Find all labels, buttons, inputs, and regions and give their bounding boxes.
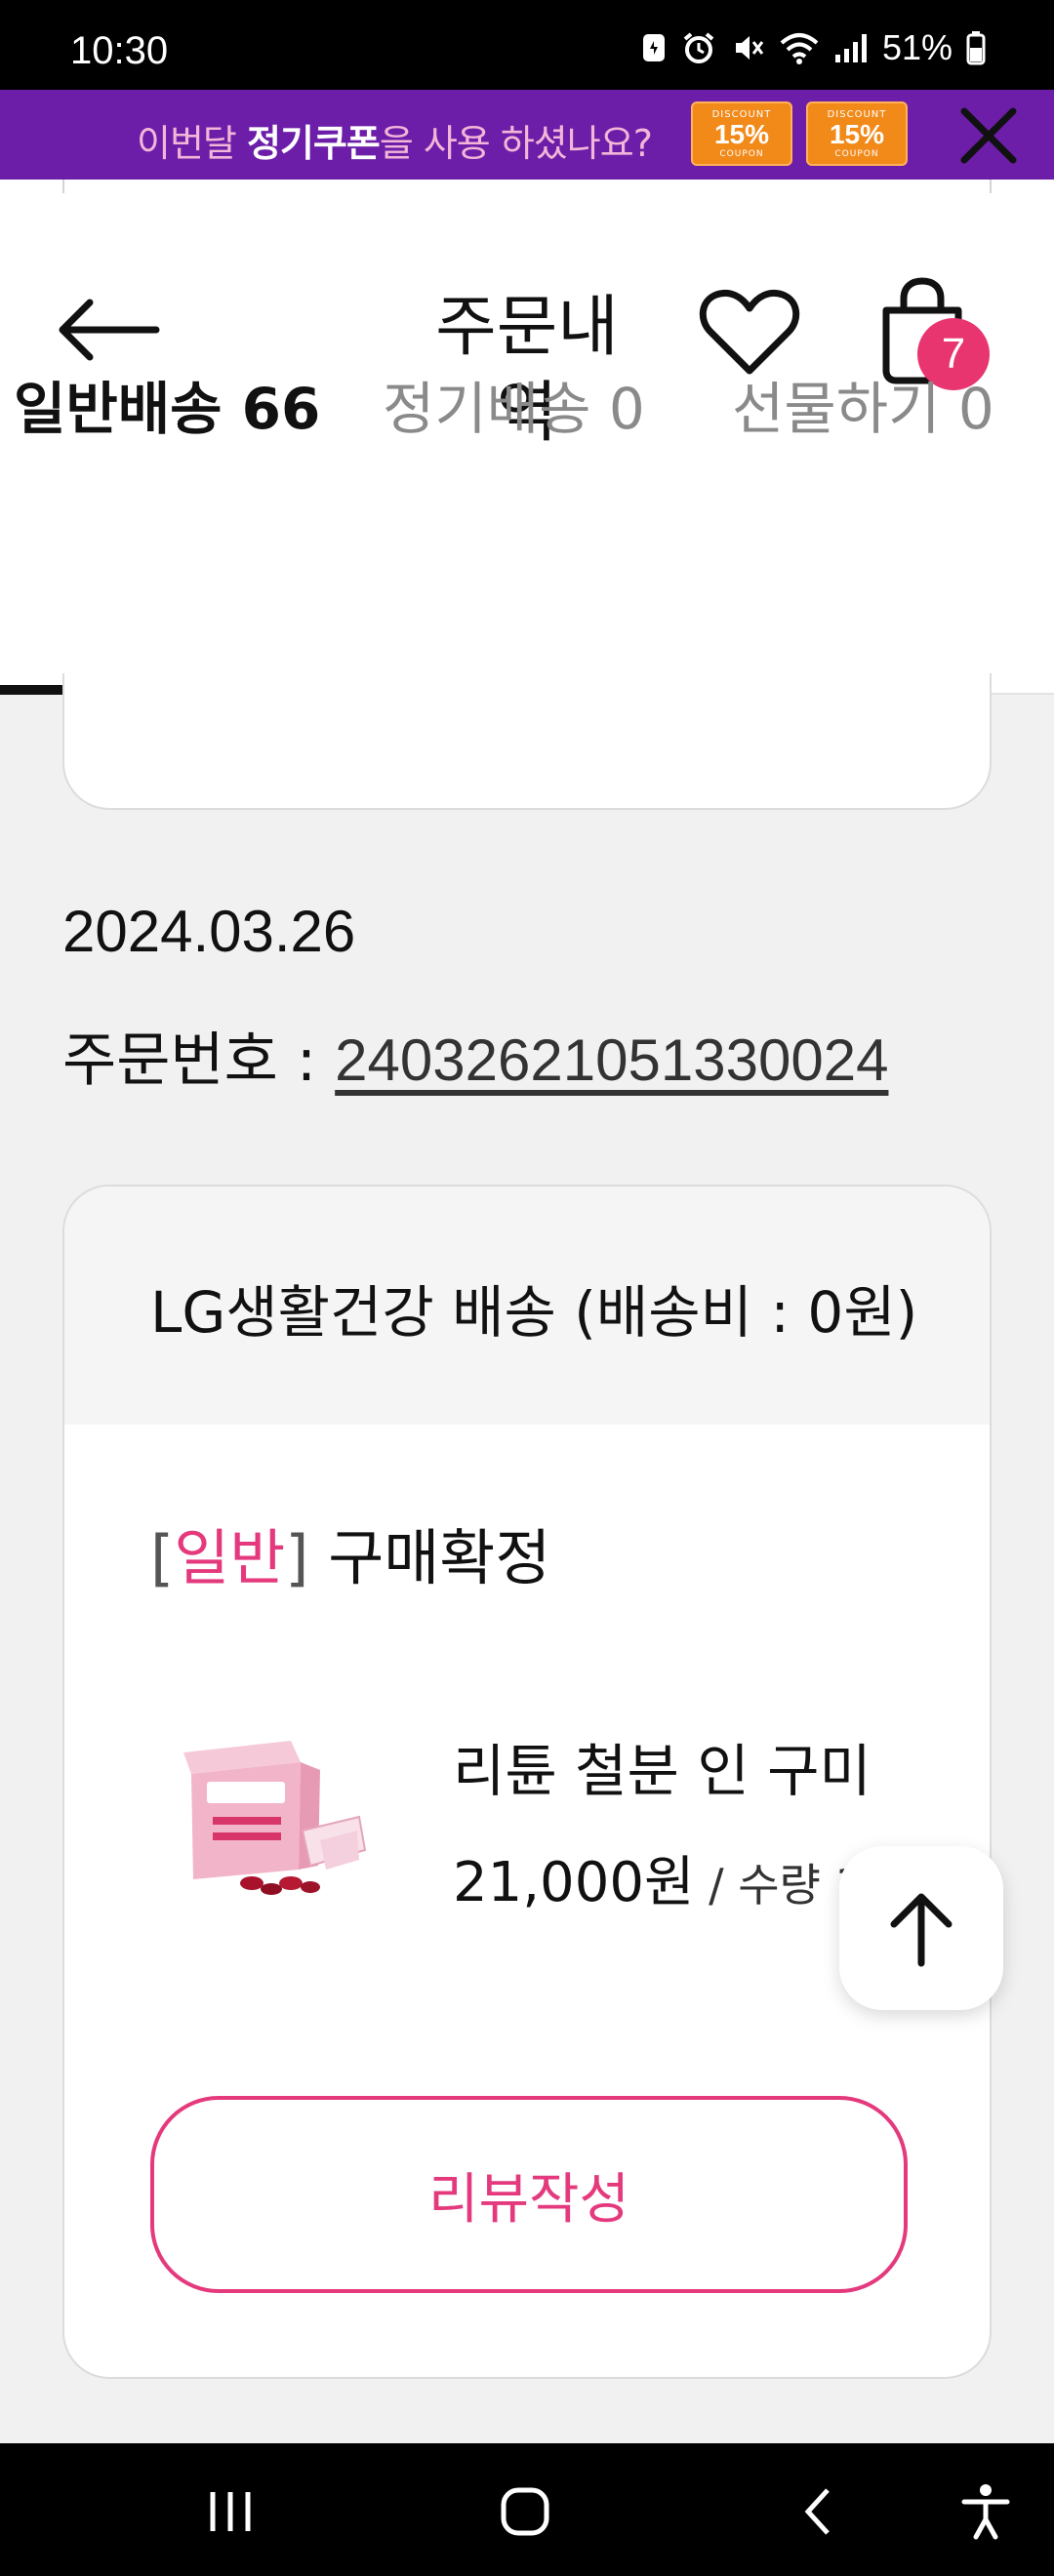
seller-header: LG생활건강 배송 (배송비 : 0원) [64,1187,990,1425]
home-icon[interactable] [494,2480,556,2543]
order-number-row: 주문번호 : 24032621051330024 [62,1013,888,1098]
coupon-badge[interactable]: DISCOUNT 15% COUPON [806,101,908,166]
status-time: 10:30 [70,29,169,72]
alarm-icon [683,32,714,63]
seller-shipping-info: LG생활건강 배송 (배송비 : 0원) [150,1279,918,1346]
notification-icon [642,34,665,61]
product-price-row: 21,000원 / 수량 1개 [453,1838,882,1917]
accessibility-icon[interactable] [954,2480,1017,2543]
order-date: 2024.03.26 [62,899,356,964]
previous-order-card [62,673,992,810]
arrow-up-icon [890,1893,953,1967]
signal-icon [834,34,867,62]
system-nav-bar [0,2443,1054,2576]
order-number-link[interactable]: 24032621051330024 [335,1027,888,1093]
order-type-label: 일반 [174,1522,286,1593]
status-bar: 10:30 51% [0,0,1054,90]
tab-subscription-delivery[interactable]: 정기배송 0 [383,363,645,445]
back-arrow-icon[interactable] [55,289,168,371]
wifi-icon [780,33,819,64]
card-edge [62,180,992,193]
order-tabs [0,537,1054,695]
product-price: 21,000원 [453,1851,695,1914]
coupon-badge[interactable]: DISCOUNT 15% COUPON [691,101,792,166]
tab-regular-delivery[interactable]: 일반배송 66 [14,363,320,445]
battery-percent: 51% [881,27,953,67]
banner-text: 이번달 정기쿠폰을 사용 하셨나요? [137,122,653,165]
scroll-to-top-button[interactable] [839,1846,1003,2010]
tab-gift[interactable]: 선물하기 0 [732,363,994,445]
order-status: [일반] 구매확정 [150,1522,551,1593]
back-icon[interactable] [789,2480,851,2543]
status-icons: 51% [640,27,986,68]
mute-icon [735,36,764,60]
order-number-label: 주문번호 : [62,1026,336,1095]
battery-icon [966,31,986,65]
coupon-banner[interactable]: 이번달 정기쿠폰을 사용 하셨나요? DISCOUNT 15% COUPON D… [0,90,1054,180]
order-card: LG생활건강 배송 (배송비 : 0원) [일반] 구매확정 리튠 철분 인 구… [62,1185,992,2379]
order-status-text: 구매확정 [308,1522,551,1593]
close-icon[interactable] [958,105,1019,166]
write-review-button[interactable]: 리뷰작성 [150,2096,908,2293]
recent-apps-icon[interactable] [199,2480,262,2543]
product-name[interactable]: 리튠 철분 인 구미 [453,1725,872,1807]
product-image[interactable] [174,1723,369,1899]
